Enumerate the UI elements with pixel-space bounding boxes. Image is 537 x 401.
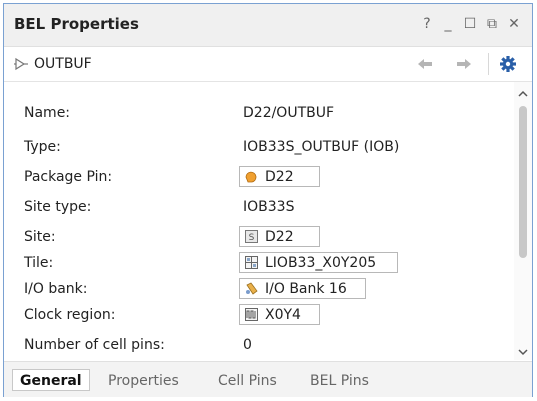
property-label-cell-pins: Number of cell pins: — [24, 337, 165, 353]
title-bar: BEL Properties ? _ ☐ ⧉ ✕ — [4, 4, 532, 47]
tile-value: LIOB33_X0Y205 — [265, 254, 377, 271]
site-icon: S — [245, 230, 258, 243]
tile-link[interactable]: LIOB33_X0Y205 — [239, 252, 398, 273]
property-label-clock-region: Clock region: — [24, 307, 116, 323]
toolbar-separator — [488, 53, 489, 75]
object-toolbar: OUTBUF — [4, 47, 532, 82]
property-label-package-pin: Package Pin: — [24, 169, 113, 185]
properties-panel: Name: D22/OUTBUF Type: IOB33S_OUTBUF (IO… — [4, 82, 514, 360]
vertical-scrollbar[interactable] — [514, 82, 532, 360]
minimize-button[interactable]: _ — [440, 16, 456, 32]
window-title: BEL Properties — [14, 15, 139, 33]
close-button[interactable]: ✕ — [506, 16, 522, 32]
clock-region-icon — [245, 308, 258, 321]
property-label-tile: Tile: — [24, 255, 54, 271]
maximize-button[interactable]: ☐ — [462, 16, 478, 32]
property-label-site-type: Site type: — [24, 199, 92, 215]
property-label-name: Name: — [24, 105, 71, 121]
property-value-cell-pins: 0 — [243, 337, 252, 353]
site-link[interactable]: S D22 — [239, 226, 320, 247]
property-value-name: D22/OUTBUF — [243, 105, 335, 121]
tab-properties[interactable]: Properties — [108, 370, 179, 392]
tab-bar: General Properties Cell Pins BEL Pins — [4, 361, 532, 397]
tile-icon — [245, 256, 258, 269]
tab-cell-pins[interactable]: Cell Pins — [218, 370, 277, 392]
scroll-down-icon[interactable] — [517, 346, 529, 358]
buffer-icon — [14, 57, 28, 71]
property-label-io-bank: I/O bank: — [24, 281, 88, 297]
help-button[interactable]: ? — [419, 16, 435, 32]
float-button[interactable]: ⧉ — [484, 16, 500, 32]
site-value: D22 — [265, 228, 294, 245]
io-bank-link[interactable]: I/O Bank 16 — [239, 278, 366, 299]
property-label-site: Site: — [24, 229, 56, 245]
scroll-up-icon[interactable] — [517, 88, 529, 100]
bel-properties-window: BEL Properties ? _ ☐ ⧉ ✕ OUTBUF Name: D2… — [3, 3, 533, 397]
io-bank-value: I/O Bank 16 — [265, 280, 347, 297]
forward-arrow-icon[interactable] — [454, 55, 474, 73]
gear-icon[interactable] — [498, 55, 518, 73]
package-pin-link[interactable]: D22 — [239, 166, 320, 187]
package-pin-icon — [245, 171, 257, 183]
clock-region-value: X0Y4 — [265, 306, 301, 323]
property-value-type: IOB33S_OUTBUF (IOB) — [243, 139, 400, 155]
tab-general[interactable]: General — [12, 369, 90, 391]
tab-bel-pins[interactable]: BEL Pins — [310, 370, 369, 392]
io-bank-icon — [246, 282, 258, 295]
package-pin-value: D22 — [265, 168, 294, 185]
clock-region-link[interactable]: X0Y4 — [239, 304, 320, 325]
back-arrow-icon[interactable] — [415, 55, 435, 73]
svg-text:S: S — [249, 233, 255, 243]
object-name: OUTBUF — [34, 56, 92, 72]
property-label-type: Type: — [24, 139, 61, 155]
scrollbar-thumb[interactable] — [519, 106, 527, 258]
property-value-site-type: IOB33S — [243, 199, 295, 215]
